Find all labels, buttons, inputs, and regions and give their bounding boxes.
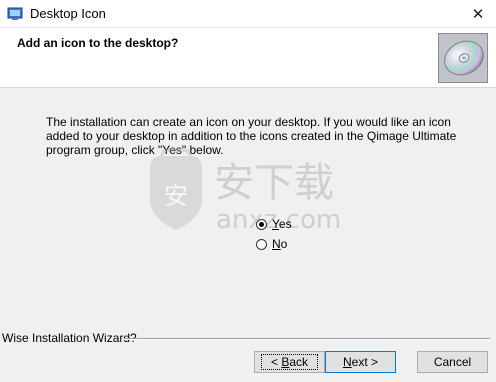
yes-label: Yes bbox=[272, 217, 292, 231]
no-radio[interactable] bbox=[256, 238, 267, 250]
installer-app-icon bbox=[7, 7, 23, 20]
footer-divider bbox=[124, 338, 490, 340]
next-button-label: Next > bbox=[342, 355, 379, 369]
close-button[interactable]: ✕ bbox=[460, 0, 496, 28]
option-no[interactable]: No bbox=[256, 237, 287, 251]
header-title: Add an icon to the desktop? bbox=[17, 36, 179, 50]
cancel-button-label: Cancel bbox=[433, 355, 472, 369]
no-label: No bbox=[272, 237, 288, 251]
watermark-badge-char: 安 bbox=[164, 182, 188, 210]
yes-radio[interactable] bbox=[256, 218, 267, 230]
cancel-button[interactable]: Cancel bbox=[417, 351, 488, 373]
wizard-header: Add an icon to the desktop? bbox=[0, 28, 496, 88]
wizard-group-label: Wise Installation Wizard? bbox=[2, 331, 137, 345]
back-button-label: < Back bbox=[260, 354, 319, 370]
watermark-cn-text: 安下载 bbox=[214, 160, 334, 206]
option-yes[interactable]: Yes bbox=[256, 217, 292, 231]
close-icon: ✕ bbox=[471, 6, 485, 23]
watermark: 安 安下载 anxz.com bbox=[140, 148, 360, 241]
window-title: Desktop Icon bbox=[30, 6, 106, 21]
next-button[interactable]: Next > bbox=[325, 351, 396, 373]
cd-disc-icon bbox=[438, 33, 488, 83]
title-bar: Desktop Icon ✕ bbox=[0, 0, 496, 28]
back-button[interactable]: < Back bbox=[254, 351, 325, 373]
